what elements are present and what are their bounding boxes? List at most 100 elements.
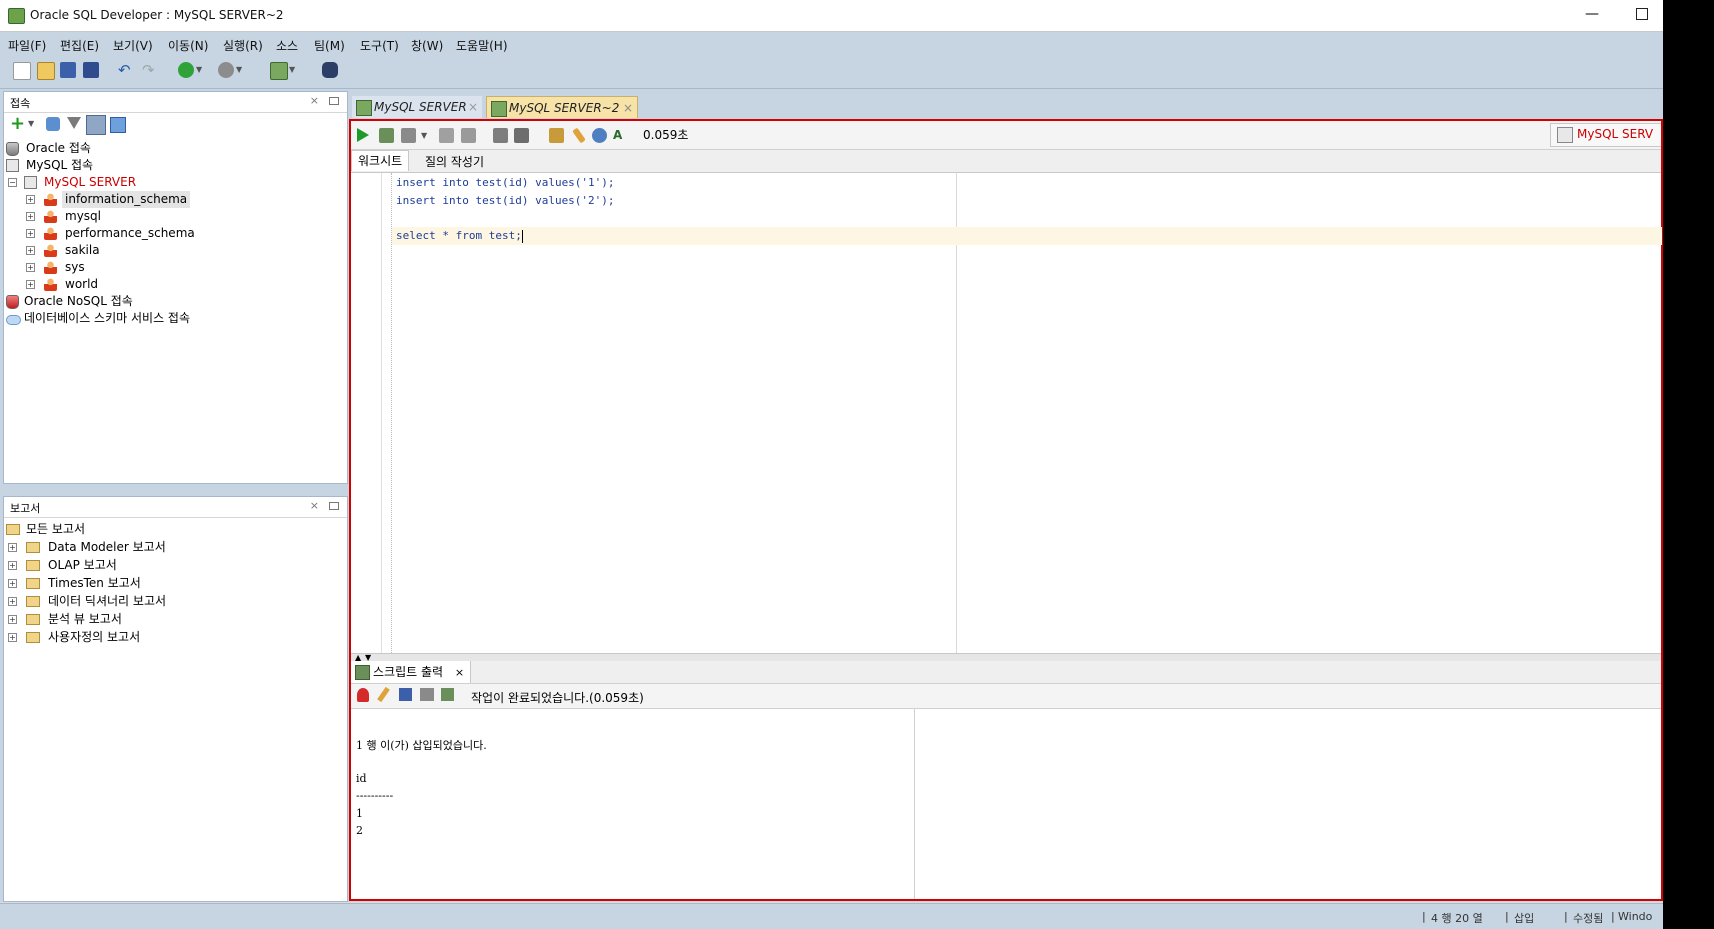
schema-user-icon bbox=[44, 278, 57, 291]
print-icon[interactable] bbox=[420, 688, 434, 701]
add-connection-dropdown-icon[interactable]: ▼ bbox=[28, 119, 34, 128]
expand-icon[interactable]: + bbox=[26, 246, 35, 255]
run-statement-icon[interactable] bbox=[357, 128, 369, 142]
autotrace-icon[interactable] bbox=[401, 128, 416, 143]
connections-panel-close-button[interactable]: × bbox=[310, 94, 319, 107]
tree-item-label: information_schema bbox=[62, 191, 191, 208]
tab-query-builder[interactable]: 질의 작성기 bbox=[425, 153, 484, 170]
text-caret bbox=[521, 229, 523, 243]
menu-file[interactable]: 파일(F) bbox=[8, 37, 46, 54]
tab-close-button[interactable]: × bbox=[623, 97, 633, 119]
eraser-icon[interactable] bbox=[377, 686, 390, 703]
reports-tree: 모든 보고서 + Data Modeler 보고서 + OLAP 보고서 + T… bbox=[4, 521, 347, 721]
undo-icon[interactable]: ↶ bbox=[118, 62, 134, 78]
open-folder-icon[interactable] bbox=[37, 62, 55, 80]
commit-icon[interactable] bbox=[439, 128, 454, 143]
code-line[interactable]: insert into test(id) values('2'); bbox=[396, 192, 615, 210]
tab-close-button[interactable]: × bbox=[455, 666, 464, 679]
save-all-icon[interactable] bbox=[83, 62, 99, 78]
sql-worksheet-icon bbox=[356, 100, 372, 116]
tab-close-button[interactable]: × bbox=[468, 96, 478, 118]
filter-icon[interactable] bbox=[67, 117, 81, 129]
history-icon[interactable] bbox=[592, 128, 607, 143]
tab-mysql-server-2[interactable]: MySQL SERVER~2 × bbox=[486, 96, 638, 118]
redo-icon[interactable]: ↷ bbox=[142, 62, 158, 78]
expand-icon[interactable]: + bbox=[26, 280, 35, 289]
reports-panel: 보고서 × 모든 보고서 + Data Modeler 보고서 + OLAP 보… bbox=[3, 496, 348, 902]
script-output-area[interactable]: 1 행 이(가) 삽입되었습니다. id ---------- 1 2 bbox=[351, 709, 1661, 899]
expand-icon[interactable]: + bbox=[26, 229, 35, 238]
rollback-icon[interactable] bbox=[461, 128, 476, 143]
sql-worksheet-icon bbox=[491, 101, 507, 117]
add-connection-icon[interactable]: + bbox=[10, 115, 25, 133]
expand-icon[interactable]: + bbox=[8, 543, 17, 552]
schema-user-icon bbox=[44, 261, 57, 274]
tab-mysql-server[interactable]: MySQL SERVER × bbox=[352, 96, 482, 118]
unshared-sql-icon[interactable] bbox=[549, 128, 564, 143]
menu-view[interactable]: 보기(V) bbox=[113, 37, 153, 54]
back-dropdown-icon[interactable]: ▼ bbox=[196, 62, 204, 78]
code-line-current[interactable]: select * from test; bbox=[392, 227, 1662, 245]
reports-panel-close-button[interactable]: × bbox=[310, 499, 319, 512]
database-icon bbox=[6, 142, 19, 156]
menu-window[interactable]: 창(W) bbox=[411, 37, 443, 54]
pin-icon[interactable] bbox=[357, 688, 369, 702]
save-icon[interactable] bbox=[60, 62, 76, 78]
expand-icon[interactable]: + bbox=[8, 561, 17, 570]
reports-panel-minimize-button[interactable] bbox=[329, 502, 339, 510]
forward-dropdown-icon[interactable]: ▼ bbox=[236, 62, 244, 78]
expand-icon[interactable]: + bbox=[8, 597, 17, 606]
menu-edit[interactable]: 편집(E) bbox=[60, 37, 99, 54]
sql-worksheet-dropdown-icon[interactable]: ▼ bbox=[289, 62, 297, 78]
save-icon[interactable] bbox=[399, 688, 412, 701]
tab-worksheet[interactable]: 워크시트 bbox=[351, 150, 410, 171]
folder-icon bbox=[26, 614, 40, 625]
menu-help[interactable]: 도움말(H) bbox=[456, 37, 508, 54]
manage-connections-icon[interactable] bbox=[110, 117, 126, 133]
back-icon[interactable] bbox=[178, 62, 194, 78]
clear-icon[interactable] bbox=[572, 127, 586, 144]
autotrace-dropdown-icon[interactable]: ▼ bbox=[421, 128, 429, 143]
code-line-text: select * from test; bbox=[396, 229, 522, 242]
expand-icon[interactable]: + bbox=[8, 615, 17, 624]
refresh-icon[interactable] bbox=[46, 117, 60, 131]
code-line[interactable]: insert into test(id) values('1'); bbox=[396, 174, 615, 192]
sql-worksheet-icon[interactable] bbox=[270, 62, 288, 80]
menu-team[interactable]: 팀(M) bbox=[314, 37, 345, 54]
menu-navigate[interactable]: 이동(N) bbox=[168, 37, 208, 54]
output-icon[interactable] bbox=[441, 688, 454, 701]
expand-icon[interactable]: + bbox=[26, 212, 35, 221]
minimize-button[interactable]: — bbox=[1584, 6, 1600, 22]
new-file-icon[interactable] bbox=[13, 62, 31, 80]
output-divider bbox=[914, 709, 915, 899]
menu-run[interactable]: 실행(R) bbox=[223, 37, 263, 54]
expand-icon[interactable]: + bbox=[8, 633, 17, 642]
output-line: ---------- bbox=[356, 789, 394, 802]
explain-plan-icon[interactable] bbox=[493, 128, 508, 143]
tree-item-label: MySQL 접속 bbox=[26, 158, 94, 172]
code-editor[interactable]: insert into test(id) values('1'); insert… bbox=[351, 173, 1662, 653]
run-script-icon[interactable] bbox=[379, 128, 394, 143]
tree-item-label: MySQL SERVER bbox=[44, 175, 137, 189]
menu-tools[interactable]: 도구(T) bbox=[360, 37, 399, 54]
expand-icon[interactable]: + bbox=[26, 195, 35, 204]
tree-item-label: world bbox=[65, 277, 99, 291]
schema-browser-icon[interactable] bbox=[86, 115, 106, 135]
tree-item-label: 데이터베이스 스키마 서비스 접속 bbox=[24, 311, 191, 325]
binoculars-icon[interactable] bbox=[322, 62, 338, 78]
forward-icon[interactable] bbox=[218, 62, 234, 78]
menu-source[interactable]: 소스 bbox=[276, 37, 298, 54]
collapse-icon[interactable]: − bbox=[8, 178, 17, 187]
tab-script-output[interactable]: 스크립트 출력 × bbox=[351, 661, 472, 683]
app-icon bbox=[8, 8, 25, 24]
folder-icon bbox=[26, 542, 40, 553]
connection-selector[interactable]: MySQL SERV bbox=[1550, 123, 1661, 147]
format-icon[interactable]: A bbox=[613, 128, 628, 143]
tree-item-label: 분석 뷰 보고서 bbox=[48, 612, 122, 626]
connections-panel-minimize-button[interactable] bbox=[329, 97, 339, 105]
tab-label: MySQL SERVER bbox=[374, 100, 467, 114]
expand-icon[interactable]: + bbox=[26, 263, 35, 272]
expand-icon[interactable]: + bbox=[8, 579, 17, 588]
maximize-button[interactable] bbox=[1636, 8, 1648, 20]
sql-tuning-icon[interactable] bbox=[514, 128, 529, 143]
